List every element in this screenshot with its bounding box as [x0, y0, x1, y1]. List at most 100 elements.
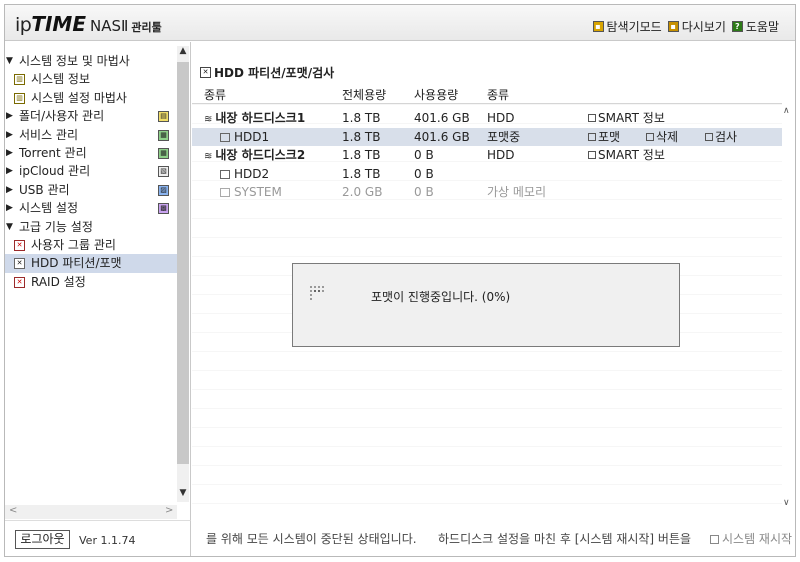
- total-cell: 1.8 TB: [342, 166, 381, 181]
- disk-stack-icon: ≋: [204, 151, 213, 162]
- restart-icon: [710, 535, 719, 544]
- check-icon: [705, 132, 713, 141]
- version-label: Ver 1.1.74: [79, 534, 136, 547]
- sidebar-item-label: 폴더/사용자 관리: [19, 109, 105, 124]
- hdd-icon: [220, 169, 230, 179]
- table-row[interactable]: HDD1 1.8 TB 401.6 GB 포맷중 포맷 삭제 검사: [192, 127, 782, 146]
- delete-label: 삭제: [656, 129, 679, 144]
- expanded-arrow-icon: ▼: [6, 221, 13, 232]
- brand-nas: NASⅡ: [90, 17, 129, 35]
- sidebar-scrollbar[interactable]: ▲ ▼: [177, 46, 189, 502]
- sidebar-item-label: 시스템 정보: [31, 72, 91, 87]
- smart-info-button[interactable]: SMART 정보: [588, 146, 665, 164]
- sidebar-menu: ▼ 시스템 정보 및 마법사 ▥ 시스템 정보 ▥ 시스템 설정 마법사 ▶ 폴…: [5, 52, 177, 291]
- folder-icon: ▤: [158, 111, 169, 123]
- smart-info-label: SMART 정보: [598, 148, 665, 162]
- table-row[interactable]: SYSTEM 2.0 GB 0 B 가상 메모리: [192, 183, 782, 202]
- sidebar-item-user-group[interactable]: ✕ 사용자 그룹 관리: [5, 236, 177, 254]
- sidebar-item-label: ipCloud 관리: [19, 164, 91, 179]
- brand-logo: ip TIME NASⅡ 관리툴: [15, 12, 162, 36]
- delete-icon: [646, 132, 654, 141]
- torrent-icon: ▦: [158, 147, 169, 159]
- sidebar-item-label: 사용자 그룹 관리: [31, 237, 116, 252]
- cloud-icon: ▧: [158, 166, 169, 178]
- advanced-icon: ✕: [14, 239, 25, 251]
- used-cell: 0 B: [414, 185, 434, 199]
- scroll-right-icon[interactable]: >: [165, 505, 173, 516]
- sidebar-item-raid[interactable]: ✕ RAID 설정: [5, 273, 177, 291]
- type-cell: HDD: [487, 111, 515, 125]
- sidebar-item-system-info[interactable]: ▥ 시스템 정보: [5, 70, 177, 88]
- restart-system-button[interactable]: 시스템 재시작: [710, 530, 792, 547]
- service-icon: ▦: [158, 129, 169, 141]
- scroll-down-icon[interactable]: ∨: [783, 498, 790, 508]
- explorer-icon: ▪: [592, 21, 604, 32]
- sidebar-item-advanced[interactable]: ▼ 고급 기능 설정: [5, 218, 177, 236]
- partition-name: HDD2: [234, 166, 270, 181]
- scroll-up-icon[interactable]: ▲: [177, 46, 189, 60]
- header: ip TIME NASⅡ 관리툴 ▪ 탐색기모드 ▪ 다시보기 ? 도움말: [5, 5, 795, 41]
- collapsed-arrow-icon: ▶: [6, 203, 13, 214]
- scrollbar-thumb[interactable]: [177, 62, 189, 464]
- chart-icon: ▥: [14, 92, 25, 104]
- page-title: ✕ HDD 파티션/포맷/검사: [200, 64, 334, 81]
- col-used: 사용용량: [414, 88, 459, 102]
- sidebar-item-hdd-partition[interactable]: ✕ HDD 파티션/포맷: [5, 254, 177, 273]
- collapsed-arrow-icon: ▶: [6, 147, 13, 158]
- help-link[interactable]: ? 도움말: [731, 18, 779, 35]
- table-scrollbar[interactable]: ∧ ∨: [782, 104, 794, 512]
- table-row[interactable]: HDD2 1.8 TB 0 B: [192, 165, 782, 184]
- sidebar-item-system-settings[interactable]: ▶ 시스템 설정 ▩: [5, 199, 177, 217]
- used-cell: 401.6 GB: [414, 111, 470, 125]
- partition-name: HDD1: [234, 129, 270, 144]
- used-cell: 0 B: [414, 166, 434, 181]
- col-type: 종류: [487, 88, 510, 102]
- sidebar-item-usb[interactable]: ▶ USB 관리 ▨: [5, 181, 177, 199]
- disk-stack-icon: ≋: [204, 114, 213, 125]
- scroll-up-icon[interactable]: ∧: [783, 106, 790, 116]
- partition-name-cell: SYSTEM: [220, 183, 282, 201]
- smart-icon: [588, 151, 596, 159]
- refresh-link[interactable]: ▪ 다시보기: [667, 18, 726, 35]
- table-row[interactable]: ≋ 내장 하드디스크2 1.8 TB 0 B HDD SMART 정보: [192, 146, 782, 165]
- delete-button[interactable]: 삭제: [646, 128, 678, 146]
- sidebar-item-label: 시스템 설정: [19, 201, 79, 216]
- sidebar-item-torrent[interactable]: ▶ Torrent 관리 ▦: [5, 144, 177, 162]
- sidebar-item-system-info-wizard[interactable]: ▼ 시스템 정보 및 마법사: [5, 52, 177, 70]
- partition-name-cell: HDD2: [220, 165, 269, 183]
- used-cell: 0 B: [414, 148, 434, 162]
- explorer-mode-link[interactable]: ▪ 탐색기모드: [592, 18, 662, 35]
- disk-name-cell: ≋ 내장 하드디스크2: [204, 146, 305, 166]
- type-cell: HDD: [487, 148, 515, 162]
- sidebar-item-label: 서비스 관리: [19, 127, 79, 142]
- top-links: ▪ 탐색기모드 ▪ 다시보기 ? 도움말: [592, 18, 779, 35]
- scroll-left-icon[interactable]: <: [9, 505, 17, 516]
- raid-icon: ✕: [14, 276, 25, 288]
- disk-name-cell: ≋ 내장 하드디스크1: [204, 109, 305, 129]
- sidebar-item-ipcloud[interactable]: ▶ ipCloud 관리 ▧: [5, 162, 177, 180]
- disk-name: 내장 하드디스크2: [215, 148, 306, 162]
- total-cell: 1.8 TB: [342, 148, 381, 162]
- col-total: 전체용량: [342, 88, 387, 102]
- disk-icon: ✕: [200, 67, 211, 78]
- smart-icon: [588, 114, 596, 122]
- format-label: 포맷: [598, 129, 621, 144]
- smart-info-button[interactable]: SMART 정보: [588, 109, 665, 127]
- format-button[interactable]: 포맷: [588, 128, 620, 146]
- sidebar-hscrollbar[interactable]: < >: [5, 505, 177, 519]
- collapsed-arrow-icon: ▶: [6, 166, 13, 177]
- sidebar-item-setup-wizard[interactable]: ▥ 시스템 설정 마법사: [5, 89, 177, 107]
- col-kind: 종류: [204, 88, 227, 102]
- sidebar-item-service[interactable]: ▶ 서비스 관리 ▦: [5, 126, 177, 144]
- sidebar-item-label: 시스템 설정 마법사: [31, 90, 127, 105]
- check-button[interactable]: 검사: [705, 128, 737, 146]
- restart-label: 시스템 재시작: [722, 532, 793, 546]
- sidebar-item-folder-user[interactable]: ▶ 폴더/사용자 관리 ▤: [5, 107, 177, 125]
- usb-icon: ▨: [158, 184, 169, 196]
- scroll-down-icon[interactable]: ▼: [177, 488, 189, 502]
- logout-button[interactable]: 로그아웃: [15, 530, 70, 549]
- smart-info-label: SMART 정보: [598, 111, 665, 125]
- table-row[interactable]: ≋ 내장 하드디스크1 1.8 TB 401.6 GB HDD SMART 정보: [192, 109, 782, 128]
- progress-dialog: 포맷이 진행중입니다. (0%): [292, 263, 680, 347]
- format-icon: [588, 132, 596, 141]
